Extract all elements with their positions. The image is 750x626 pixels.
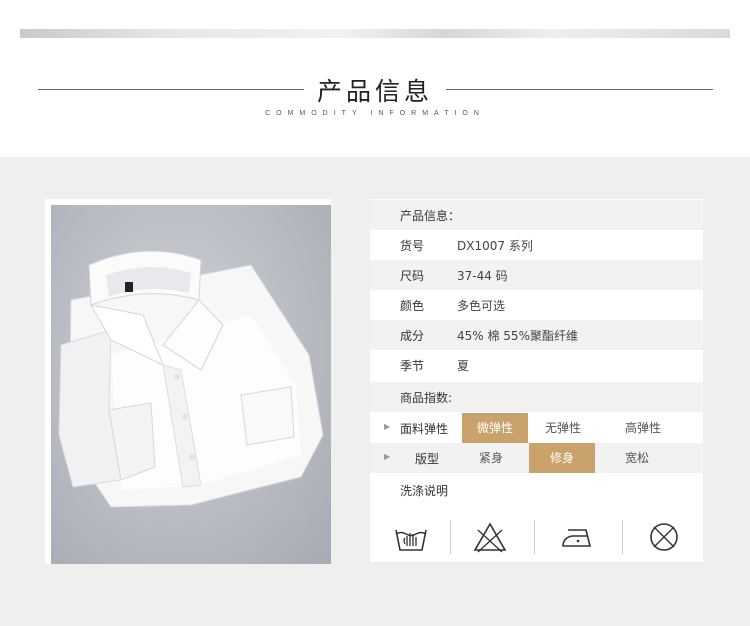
care-divider: [534, 520, 535, 554]
hand-wash-icon: [395, 529, 427, 551]
info-label: 货号: [400, 239, 425, 253]
section-title: 产品信息: [316, 77, 433, 106]
triangle-right-icon: ▶: [384, 452, 391, 461]
info-label: 季节: [400, 359, 425, 373]
info-label: 颜色: [400, 299, 425, 313]
info-row-size: 尺码 37-44 码: [370, 260, 703, 290]
index-heading: 商品指数:: [400, 391, 453, 405]
info-heading-row: 产品信息：: [370, 200, 703, 230]
title-divider-left: [38, 89, 304, 90]
elasticity-option-high: 高弹性: [624, 421, 661, 435]
info-label: 成分: [400, 329, 425, 343]
iron-icon: [562, 529, 592, 547]
care-icons-row: [370, 512, 703, 562]
info-value: 多色可选: [457, 299, 506, 313]
section-header: 产品信息: [0, 70, 750, 110]
product-photo: [51, 205, 331, 564]
info-value: DX1007 系列: [457, 239, 533, 253]
no-tumble-dry-icon: [650, 523, 678, 551]
fit-option-loose: 宽松: [624, 451, 649, 465]
product-photo-frame: [45, 199, 331, 564]
info-row-material: 成分 45% 棉 55%聚酯纤维: [370, 320, 703, 350]
info-label: 尺码: [400, 269, 425, 283]
elasticity-option-none: 无弹性: [544, 421, 581, 435]
info-row-season: 季节 夏: [370, 350, 703, 380]
fit-option-regular-slim: 修身: [529, 443, 595, 473]
decorative-strip: [20, 29, 730, 38]
fit-option-slim: 紧身: [478, 451, 503, 465]
info-value: 夏: [457, 359, 470, 373]
title-divider-right: [446, 89, 713, 90]
elasticity-row: ▶ 面料弹性 微弹性 无弹性 高弹性: [370, 413, 703, 443]
care-heading: 洗涤说明: [400, 484, 449, 498]
elasticity-option-micro: 微弹性: [462, 413, 528, 443]
product-info-panel: 产品信息： 货号 DX1007 系列 尺码 37-44 码 颜色 多色可选 成分…: [370, 199, 703, 562]
info-value: 37-44 码: [457, 269, 508, 283]
info-heading: 产品信息：: [400, 209, 461, 223]
no-bleach-icon: [473, 522, 507, 553]
elasticity-label: 面料弹性: [400, 422, 449, 436]
fit-row: ▶ 版型 紧身 修身 宽松: [370, 443, 703, 473]
info-row-color: 颜色 多色可选: [370, 290, 703, 320]
index-heading-row: 商品指数:: [370, 382, 703, 412]
info-value: 45% 棉 55%聚酯纤维: [457, 329, 578, 343]
fit-label: 版型: [415, 452, 440, 466]
white-shirt-image: [58, 250, 324, 508]
care-divider: [450, 520, 451, 554]
triangle-right-icon: ▶: [384, 422, 391, 431]
section-subtitle: COMMODITY INFORMATION: [265, 110, 485, 117]
info-row-sku: 货号 DX1007 系列: [370, 230, 703, 260]
care-heading-row: 洗涤说明: [370, 475, 703, 505]
care-divider: [622, 520, 623, 554]
